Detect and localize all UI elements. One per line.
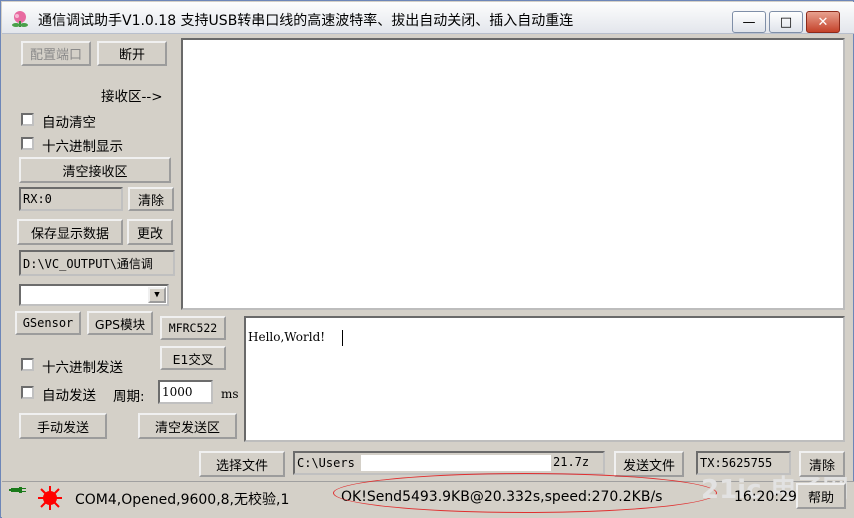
hex-display-label: 十六进制显示 bbox=[42, 139, 123, 155]
recv-area-label: 接收区--> bbox=[101, 89, 163, 105]
period-unit: ms bbox=[221, 387, 239, 401]
receive-area[interactable] bbox=[181, 38, 845, 310]
help-button[interactable]: 帮助 bbox=[796, 483, 846, 509]
minimize-button[interactable]: — bbox=[732, 11, 766, 33]
app-window: 通信调试助手V1.0.18 支持USB转串口线的高速波特率、拔出自动关闭、插入自… bbox=[0, 0, 854, 518]
auto-clear-label: 自动清空 bbox=[42, 115, 96, 131]
minimize-icon: — bbox=[742, 14, 756, 30]
save-display-button[interactable]: 保存显示数据 bbox=[17, 219, 123, 245]
send-file-button[interactable]: 发送文件 bbox=[614, 451, 684, 477]
manual-send-button[interactable]: 手动发送 bbox=[19, 413, 107, 439]
hex-send-label: 十六进制发送 bbox=[42, 360, 123, 376]
status-light-icon bbox=[38, 486, 62, 510]
title-bar[interactable]: 通信调试助手V1.0.18 支持USB转串口线的高速波特率、拔出自动关闭、插入自… bbox=[2, 2, 854, 34]
app-icon bbox=[12, 11, 28, 27]
clear-send-button[interactable]: 清空发送区 bbox=[138, 413, 237, 439]
restore-button[interactable]: □ bbox=[769, 11, 803, 33]
file-progress-bar bbox=[361, 455, 551, 471]
choose-file-button[interactable]: 选择文件 bbox=[199, 451, 285, 477]
file-size: 21.7z bbox=[553, 455, 590, 469]
auto-clear-checkbox[interactable] bbox=[21, 113, 34, 126]
status-time: 16:20:29 bbox=[734, 489, 797, 505]
disconnect-button[interactable]: 断开 bbox=[97, 41, 167, 66]
plug-icon bbox=[9, 487, 26, 493]
save-path-field[interactable]: D:\VC_OUTPUT\通信调 bbox=[19, 250, 175, 276]
chevron-down-icon[interactable]: ▼ bbox=[148, 287, 166, 303]
hex-display-checkbox[interactable] bbox=[21, 137, 34, 150]
rx-counter: RX:0 bbox=[19, 187, 123, 211]
port-status: COM4,Opened,9600,8,无校验,1 bbox=[75, 492, 290, 508]
send-area[interactable]: Hello,World! bbox=[244, 316, 845, 442]
annotation-oval bbox=[333, 473, 717, 513]
text-caret bbox=[342, 330, 343, 346]
file-path-text: C:\Users bbox=[297, 456, 355, 470]
period-label: 周期: bbox=[113, 389, 145, 405]
clear-recv-button[interactable]: 清空接收区 bbox=[19, 157, 171, 183]
device-dropdown[interactable]: ▼ bbox=[19, 284, 169, 306]
e1-cross-button[interactable]: E1交叉 bbox=[160, 346, 226, 370]
gps-module-button[interactable]: GPS模块 bbox=[87, 311, 153, 335]
window-title: 通信调试助手V1.0.18 支持USB转串口线的高速波特率、拔出自动关闭、插入自… bbox=[38, 13, 574, 29]
change-path-button[interactable]: 更改 bbox=[127, 219, 173, 245]
close-icon: ✕ bbox=[817, 14, 829, 30]
auto-send-checkbox[interactable] bbox=[21, 386, 34, 399]
gsensor-button[interactable]: GSensor bbox=[15, 311, 81, 335]
auto-send-label: 自动发送 bbox=[42, 388, 96, 404]
send-text: Hello,World! bbox=[248, 330, 326, 344]
rx-clear-button[interactable]: 清除 bbox=[128, 187, 174, 211]
close-button[interactable]: ✕ bbox=[806, 11, 840, 33]
hex-send-checkbox[interactable] bbox=[21, 358, 34, 371]
restore-icon: □ bbox=[779, 14, 793, 30]
period-input[interactable]: 1000 bbox=[158, 380, 213, 404]
mfrc522-button[interactable]: MFRC522 bbox=[160, 316, 226, 340]
config-port-button[interactable]: 配置端口 bbox=[21, 41, 91, 66]
